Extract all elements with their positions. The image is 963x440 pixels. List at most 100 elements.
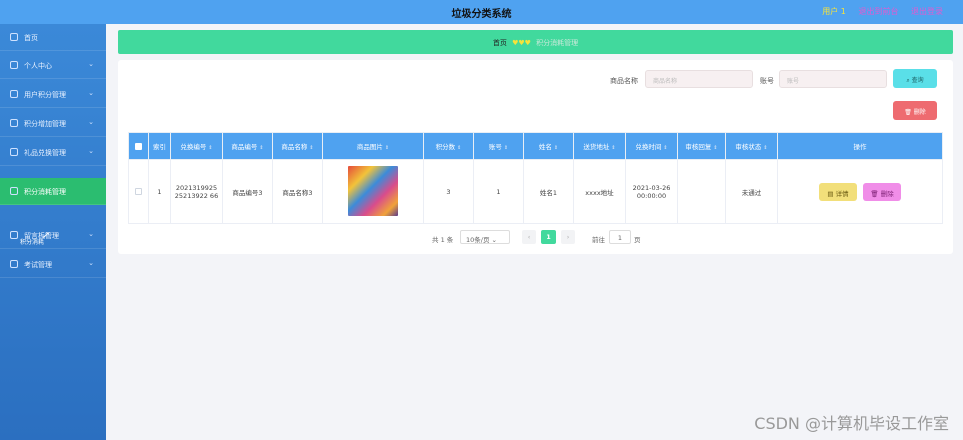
user-icon (10, 61, 18, 69)
cell-product-name: 商品名称3 (272, 159, 323, 224)
sidebar-item-label: 首页 (24, 34, 38, 42)
sort-icon[interactable]: ⇕ (663, 145, 667, 151)
front-link[interactable]: 退出到前台 (858, 7, 898, 16)
sidebar-item-home[interactable]: 首页 (0, 24, 106, 51)
col-product-name[interactable]: 商品名称 ⇕ (272, 132, 323, 160)
page-size-value: 10条/页 (466, 236, 490, 244)
col-status[interactable]: 审核状态 ⇕ (725, 132, 778, 160)
goto-label: 前往 (592, 236, 605, 244)
logout-link[interactable]: 退出登录 (911, 7, 943, 16)
col-reply[interactable]: 审核回复 ⇕ (677, 132, 726, 160)
sidebar-item-gift-exchange[interactable]: 礼品兑换管理 ⌄ (0, 139, 106, 166)
breadcrumb-home[interactable]: 首页 (493, 39, 507, 47)
sidebar-item-message-board[interactable]: 留言板管理 ⌄ (0, 222, 106, 249)
cell-reply (677, 159, 726, 224)
sort-icon[interactable]: ⇕ (385, 145, 389, 151)
sort-icon[interactable]: ⇕ (504, 145, 508, 151)
col-address[interactable]: 送货地址 ⇕ (573, 132, 626, 160)
select-all-checkbox[interactable] (135, 142, 142, 150)
table-row: 1 202131992525213922 66 商品编号3 商品名称3 3 1 … (128, 159, 943, 224)
col-points[interactable]: 积分数 ⇕ (423, 132, 474, 160)
sort-icon[interactable]: ⇕ (259, 145, 263, 151)
sort-icon[interactable]: ⇕ (763, 145, 767, 151)
cell-address: xxxx地址 (573, 159, 626, 224)
sidebar-item-points-add[interactable]: 积分增加管理 ⌄ (0, 110, 106, 137)
select-all-header[interactable] (128, 132, 149, 160)
pagination-total: 共 1 条 (432, 236, 454, 244)
content-panel: 商品名称 商品名称 账号 账号 ⌕ 查询 🗑 删除 索引 兑换编号 ⇕ 商品编号 ⇕… (118, 60, 953, 254)
breadcrumb: 首页 ♥♥♥ 积分消耗管理 (118, 38, 953, 48)
query-button[interactable]: ⌕ 查询 (893, 69, 937, 88)
sidebar-item-label: 积分增加管理 (24, 120, 66, 128)
list-icon (10, 187, 18, 195)
search-icon: ⌕ (906, 77, 910, 84)
batch-delete-button[interactable]: 🗑 删除 (893, 101, 937, 120)
sort-icon[interactable]: ⇕ (309, 145, 313, 151)
chevron-down-icon: ⌄ (88, 118, 94, 126)
exam-icon (10, 260, 18, 268)
col-time[interactable]: 兑换时间 ⇕ (625, 132, 678, 160)
trash-icon: 🗑 (870, 189, 881, 198)
sidebar-item-user-points[interactable]: 用户积分管理 ⌄ (0, 81, 106, 108)
gift-icon (10, 148, 18, 156)
page-size-select[interactable]: 10条/页 ⌄ (460, 230, 510, 244)
breadcrumb-separator: ♥♥♥ (512, 39, 531, 47)
goto-page-input[interactable]: 1 (609, 230, 631, 244)
cell-time: 2021-03-26 00:00:00 (625, 159, 678, 224)
sidebar-item-label: 考试管理 (24, 261, 52, 269)
row-checkbox[interactable] (135, 188, 142, 195)
top-bar: 垃圾分类系统 用户 1 退出到前台 退出登录 (0, 0, 963, 24)
delete-button-label: 删除 (913, 109, 926, 116)
cell-index: 1 (148, 159, 171, 224)
sort-icon[interactable]: ⇕ (457, 145, 461, 151)
chevron-left-icon: ‹ (527, 233, 531, 241)
cell-product-image (322, 159, 424, 224)
cell-actions: ▤ 详情 🗑 删除 (777, 159, 943, 224)
breadcrumb-current: 积分消耗管理 (536, 39, 579, 47)
row-select-cell[interactable] (128, 159, 149, 224)
detail-button[interactable]: ▤ 详情 (818, 182, 857, 201)
current-user: 用户 1 (822, 7, 846, 16)
chevron-down-icon: ⌄ (88, 89, 94, 97)
row-delete-button[interactable]: 🗑 删除 (863, 182, 902, 201)
sort-icon[interactable]: ⇕ (713, 145, 717, 151)
page-number-button[interactable]: 1 (541, 230, 556, 244)
chevron-right-icon: › (566, 233, 570, 241)
row-delete-button-label: 删除 (880, 189, 894, 198)
list-icon (10, 90, 18, 98)
account-input[interactable]: 账号 (779, 70, 887, 88)
breadcrumb-banner: 首页 ♥♥♥ 积分消耗管理 (118, 30, 953, 54)
cell-product-no: 商品编号3 (222, 159, 273, 224)
sort-icon[interactable]: ⇕ (611, 145, 615, 151)
data-table: 索引 兑换编号 ⇕ 商品编号 ⇕ 商品名称 ⇕ 商品图片 ⇕ 积分数 ⇕ 账号 ⇕ 姓名 ⇕ … (128, 132, 943, 224)
prev-page-button[interactable]: ‹ (522, 230, 536, 244)
cell-name: 姓名1 (523, 159, 574, 224)
cell-account: 1 (473, 159, 524, 224)
pagination: 共 1 条 10条/页 ⌄ ‹ 1 › 前往 1 页 (118, 230, 953, 246)
sort-icon[interactable]: ⇕ (554, 145, 558, 151)
product-thumbnail[interactable] (348, 165, 398, 216)
message-icon (10, 231, 18, 239)
sidebar-item-exam[interactable]: 考试管理 ⌄ (0, 251, 106, 278)
query-button-label: 查询 (911, 77, 924, 84)
watermark: CSDN @计算机毕设工作室 (754, 414, 949, 433)
sidebar-item-points-consume[interactable]: 积分消耗管理 (0, 178, 106, 205)
cell-exchange-no: 202131992525213922 66 (170, 159, 223, 224)
chevron-down-icon: ⌄ (88, 230, 94, 238)
detail-button-label: 详情 (835, 189, 849, 198)
col-exchange-no[interactable]: 兑换编号 ⇕ (170, 132, 223, 160)
page-suffix: 页 (634, 236, 641, 244)
next-page-button[interactable]: › (561, 230, 575, 244)
col-product-image[interactable]: 商品图片 ⇕ (322, 132, 424, 160)
sidebar-item-label: 个人中心 (24, 62, 52, 70)
col-product-no[interactable]: 商品编号 ⇕ (222, 132, 273, 160)
list-icon (10, 119, 18, 127)
product-name-input[interactable]: 商品名称 (645, 70, 753, 88)
sidebar-item-label: 礼品兑换管理 (24, 149, 66, 157)
sidebar-item-profile[interactable]: 个人中心 ⌄ (0, 52, 106, 79)
col-name[interactable]: 姓名 ⇕ (523, 132, 574, 160)
sidebar-item-label: 积分消耗管理 (24, 188, 66, 196)
sort-icon[interactable]: ⇕ (208, 145, 212, 151)
col-account[interactable]: 账号 ⇕ (473, 132, 524, 160)
chevron-down-icon: ⌄ (88, 259, 94, 267)
